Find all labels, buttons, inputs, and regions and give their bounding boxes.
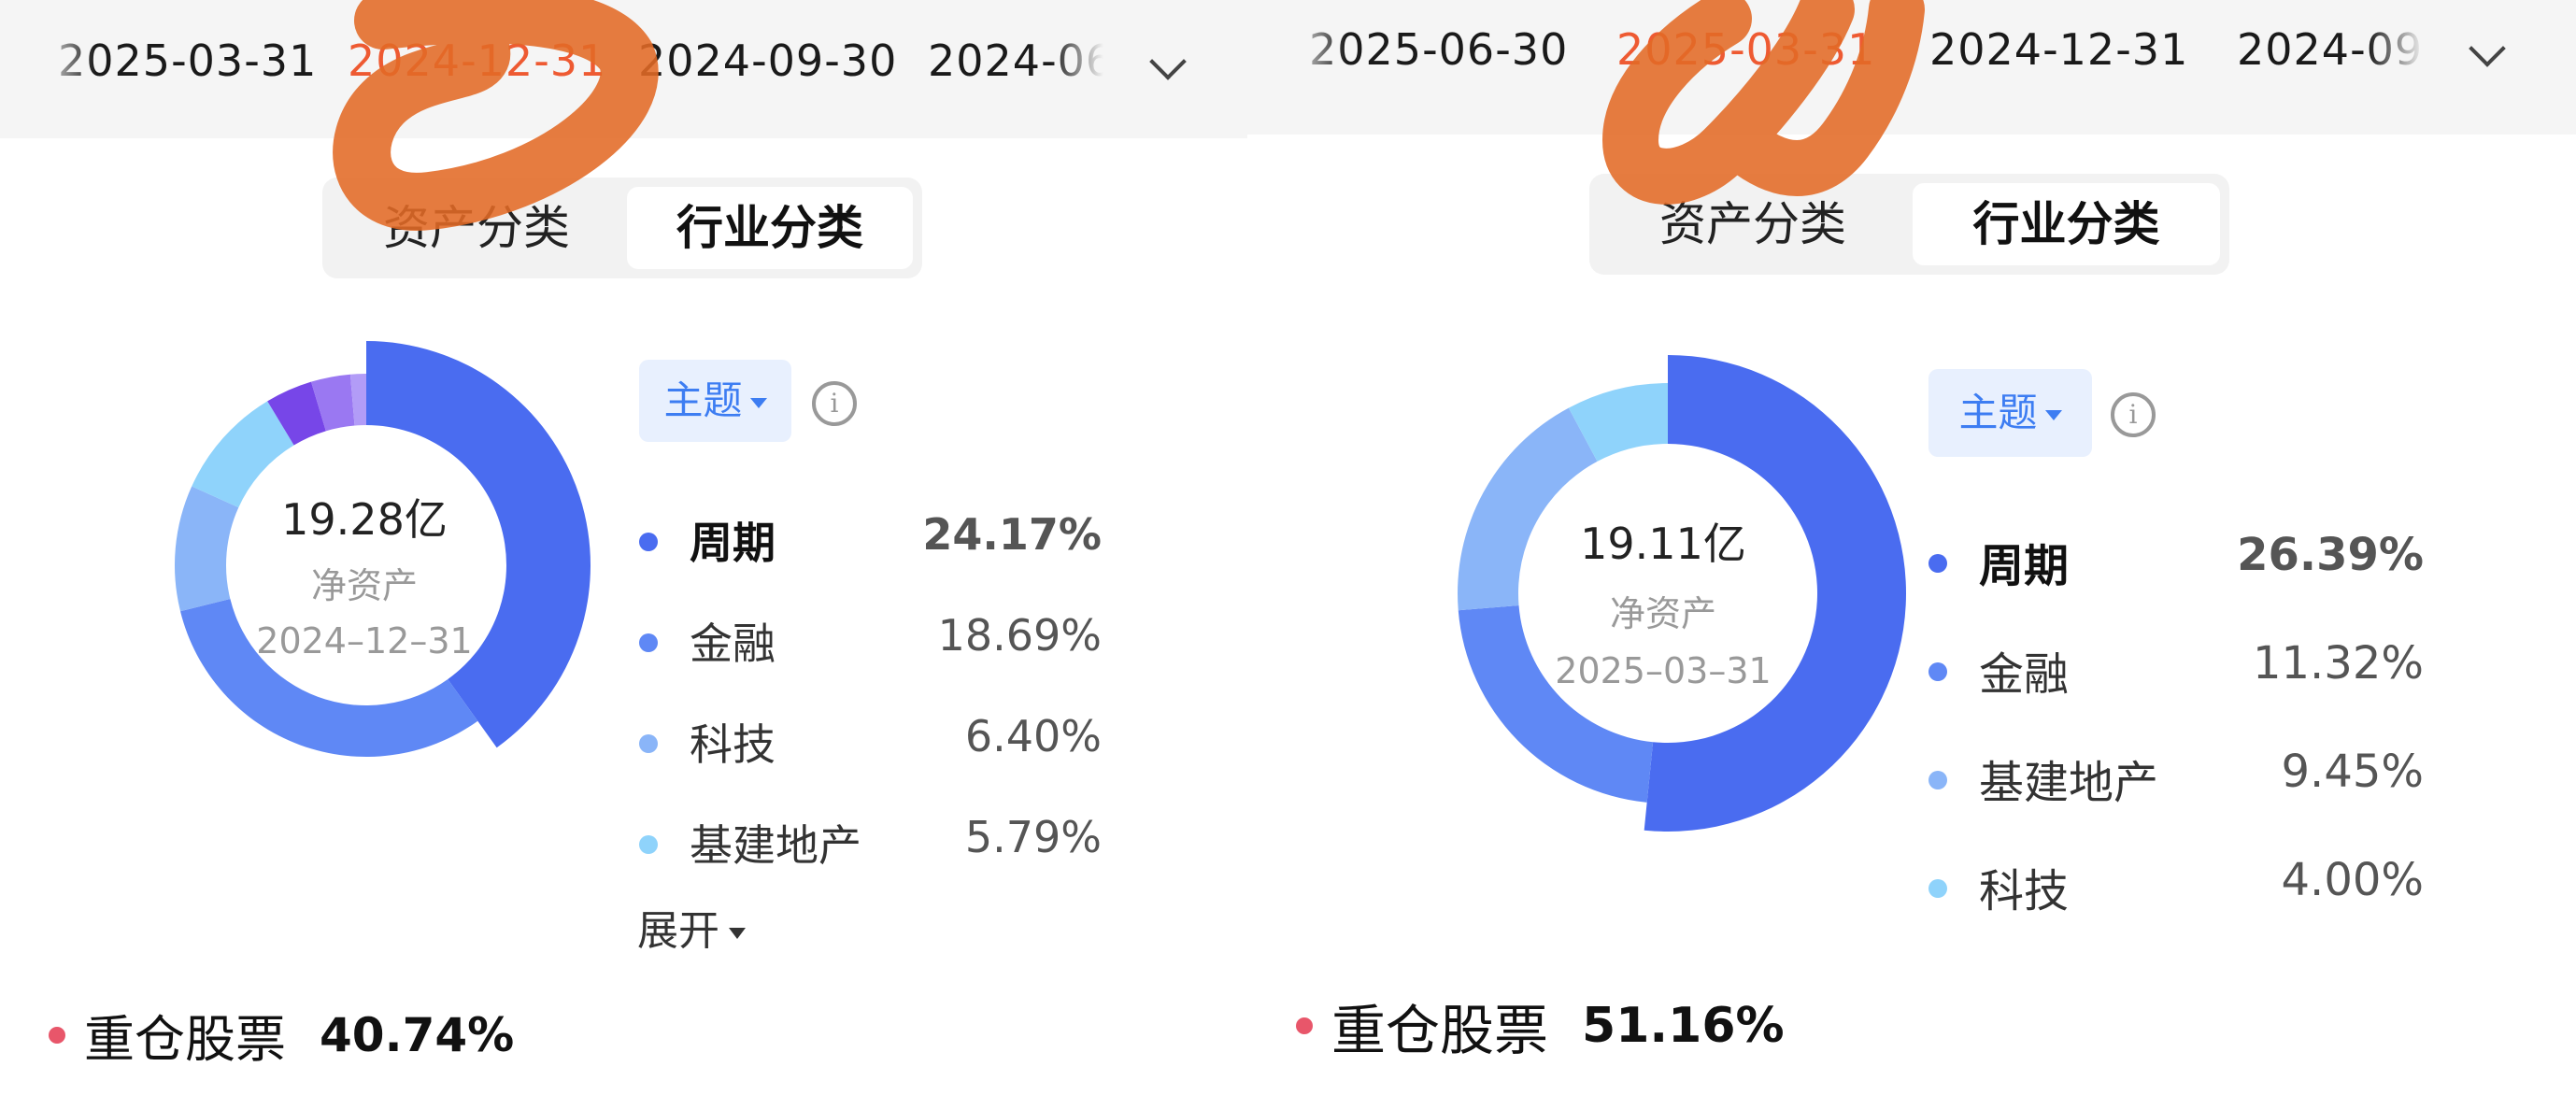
right-panel: 2025-06-30 2025-03-31 2024-12-31 2024-09… (1247, 0, 2576, 1095)
legend-value: 4.00% (2281, 854, 2424, 906)
theme-filter-label: 主题 (663, 377, 743, 423)
legend-name: 周期 (690, 518, 776, 568)
date-tab[interactable]: 2024-12-31 (1929, 24, 2188, 75)
caret-down-icon (749, 398, 767, 408)
left-panel: 2025-03-31 2024-12-31 2024-09-30 2024-06… (0, 0, 1247, 1095)
heavy-holdings-dot (49, 1026, 65, 1044)
legend-dot (639, 633, 658, 652)
legend-name: 基建地产 (1979, 757, 2159, 809)
legend-value: 18.69% (937, 610, 1102, 661)
heavy-holdings-summary: 重仓股票 40.74% (49, 998, 514, 1072)
net-asset-date: 2024–12–31 (256, 620, 473, 661)
legend-value: 26.39% (2237, 529, 2424, 581)
caret-down-icon (729, 928, 746, 939)
date-tab[interactable]: 2025-06-30 (1309, 24, 1568, 75)
legend-name: 金融 (690, 619, 776, 669)
handwritten-scribble (333, 0, 659, 231)
net-asset-amount: 19.28亿 (281, 494, 448, 545)
expand-button[interactable]: 展开 (637, 897, 746, 957)
heavy-holdings-dot (1296, 1017, 1313, 1034)
legend-value: 11.32% (2252, 637, 2424, 690)
net-asset-label: 净资产 (310, 565, 418, 606)
legend-dot (1928, 879, 1947, 898)
handwritten-scribble (1602, 0, 1925, 205)
legend-value: 24.17% (922, 509, 1102, 560)
legend-dot (639, 835, 658, 854)
heavy-holdings-summary: 重仓股票 51.16% (1296, 987, 1785, 1065)
net-asset-amount: 19.11亿 (1580, 519, 1746, 569)
date-tab[interactable]: 2024-06- (928, 36, 1103, 86)
heavy-holdings-label: 重仓股票 (1331, 999, 1549, 1062)
legend-dot (639, 734, 658, 753)
theme-filter-button[interactable]: 主题 (639, 360, 791, 442)
expand-label: 展开 (637, 907, 719, 955)
date-tab[interactable]: 2024-09- (2237, 24, 2424, 75)
heavy-holdings-label: 重仓股票 (84, 1010, 286, 1069)
legend-item: 科技 4.00% (1928, 854, 2424, 919)
legend-name: 科技 (690, 719, 776, 770)
legend-item: 周期 24.17% (639, 509, 1102, 575)
chevron-down-icon[interactable] (2469, 30, 2506, 67)
info-icon[interactable]: i (812, 381, 857, 426)
legend-value: 5.79% (964, 812, 1102, 862)
theme-filter-button[interactable]: 主题 (1928, 369, 2092, 457)
legend-item: 金融 18.69% (639, 610, 1102, 675)
date-tab[interactable]: 2025-03-31 (58, 36, 317, 86)
theme-filter-label: 主题 (1958, 390, 2038, 435)
legend-value: 9.45% (2281, 746, 2424, 798)
heavy-holdings-value: 51.16% (1582, 998, 1785, 1054)
legend-item: 金融 11.32% (1928, 637, 2424, 703)
donut-slice-3 (1458, 407, 1598, 611)
legend-value: 6.40% (964, 711, 1102, 761)
legend-dot (1928, 554, 1947, 573)
legend-dot (1928, 771, 1947, 789)
legend-dot (639, 533, 658, 551)
caret-down-icon (2044, 410, 2062, 420)
legend-item: 基建地产 5.79% (639, 812, 1102, 877)
net-asset-date: 2025–03–31 (1555, 650, 1772, 691)
legend-name: 周期 (1979, 540, 2070, 592)
legend-item: 科技 6.40% (639, 711, 1102, 776)
chevron-down-icon[interactable] (1149, 43, 1187, 80)
legend-dot (1928, 662, 1947, 681)
legend-name: 金融 (1979, 648, 2070, 701)
heavy-holdings-value: 40.74% (320, 1007, 515, 1062)
legend-item: 周期 26.39% (1928, 529, 2424, 594)
info-icon[interactable]: i (2111, 392, 2156, 437)
net-asset-label: 净资产 (1609, 593, 1716, 634)
legend-name: 科技 (1979, 865, 2070, 917)
legend-name: 基建地产 (690, 820, 861, 871)
legend-item: 基建地产 9.45% (1928, 746, 2424, 811)
